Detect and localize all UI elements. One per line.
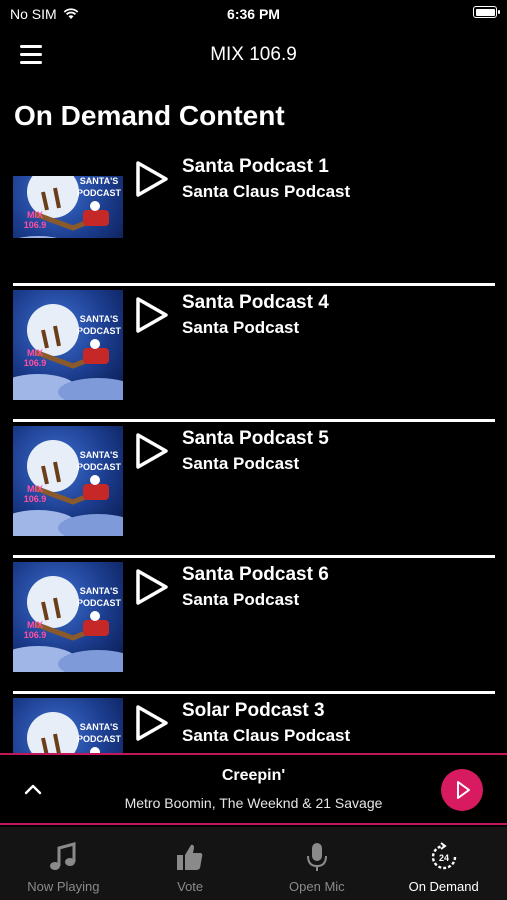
now-playing-artist: Metro Boomin, The Weeknd & 21 Savage	[124, 795, 383, 811]
svg-text:SANTA'S: SANTA'S	[80, 314, 118, 324]
svg-text:PODCAST: PODCAST	[77, 734, 122, 744]
item-subtitle: Santa Podcast	[182, 318, 300, 337]
svg-text:MIX: MIX	[27, 620, 43, 630]
svg-text:SANTA'S: SANTA'S	[80, 450, 118, 460]
list-item[interactable]: SANTA'S PODCAST MIX 106.9 Santa Podcast …	[13, 286, 495, 422]
svg-text:106.9: 106.9	[24, 220, 47, 230]
item-subtitle: Santa Podcast	[182, 454, 300, 473]
item-title: Santa Podcast 4	[182, 292, 329, 313]
now-playing-bar[interactable]: Creepin' Metro Boomin, The Weeknd & 21 S…	[0, 753, 507, 825]
play-icon[interactable]	[135, 568, 169, 606]
music-note-icon	[50, 842, 76, 870]
svg-text:106.9: 106.9	[24, 358, 47, 368]
podcast-artwork: SANTA'S PODCAST MIX 106.9	[13, 562, 123, 672]
list-item[interactable]: SANTA'S PODCAST MIX 106.9 Santa Podcast …	[13, 422, 495, 558]
svg-text:MIX: MIX	[27, 484, 43, 494]
tab-label: Open Mic	[289, 879, 345, 894]
svg-text:106.9: 106.9	[24, 630, 47, 640]
svg-text:PODCAST: PODCAST	[77, 188, 122, 198]
svg-text:SANTA'S: SANTA'S	[80, 586, 118, 596]
station-title: MIX 106.9	[210, 44, 297, 65]
tab-on-demand[interactable]: 24 On Demand	[380, 827, 507, 900]
page-title: On Demand Content	[14, 100, 285, 131]
item-title: Santa Podcast 5	[182, 428, 329, 449]
item-subtitle: Santa Podcast	[182, 590, 300, 609]
microphone-icon	[306, 843, 327, 871]
battery-icon	[473, 6, 500, 18]
play-icon[interactable]	[135, 160, 169, 198]
item-title: Santa Podcast 6	[182, 564, 329, 585]
svg-text:MIX: MIX	[27, 348, 43, 358]
tab-open-mic[interactable]: Open Mic	[254, 827, 381, 900]
status-bar: No SIM 6:36 PM	[0, 0, 507, 28]
list-item[interactable]: SANTA'S PODCAST MIX 106.9 Solar Podcast …	[13, 694, 495, 753]
play-icon[interactable]	[135, 432, 169, 470]
tab-now-playing[interactable]: Now Playing	[0, 827, 127, 900]
item-title: Santa Podcast 1	[182, 156, 329, 177]
svg-text:106.9: 106.9	[24, 494, 47, 504]
play-icon	[457, 781, 470, 799]
tab-vote[interactable]: Vote	[127, 827, 254, 900]
svg-text:MIX: MIX	[27, 210, 43, 220]
podcast-artwork: SANTA'S PODCAST MIX 106.9	[13, 426, 123, 536]
thumbs-up-icon	[177, 844, 203, 870]
now-playing-song: Creepin'	[221, 767, 286, 784]
tab-label: Now Playing	[27, 879, 100, 894]
podcast-artwork: SANTA'S PODCAST MIX 106.9	[13, 176, 123, 238]
clock-24-icon: 24	[431, 842, 456, 870]
item-title: Solar Podcast 3	[182, 700, 325, 721]
tab-label: Vote	[177, 879, 204, 894]
svg-text:PODCAST: PODCAST	[77, 462, 122, 472]
item-subtitle: Santa Claus Podcast	[182, 726, 351, 745]
svg-text:PODCAST: PODCAST	[77, 598, 122, 608]
play-button[interactable]	[441, 769, 483, 811]
svg-text:PODCAST: PODCAST	[77, 326, 122, 336]
on-demand-list[interactable]: SANTA'S PODCAST MIX 106.9 Santa Podcast …	[13, 150, 495, 753]
podcast-artwork: SANTA'S PODCAST MIX 106.9	[13, 290, 123, 400]
app-header: MIX 106.9	[0, 36, 507, 76]
podcast-artwork: SANTA'S PODCAST MIX 106.9	[13, 698, 123, 753]
play-icon[interactable]	[135, 296, 169, 334]
svg-text:SANTA'S: SANTA'S	[80, 176, 118, 186]
item-subtitle: Santa Claus Podcast	[182, 182, 351, 201]
list-item[interactable]: SANTA'S PODCAST MIX 106.9 Santa Podcast …	[13, 558, 495, 694]
list-item[interactable]: SANTA'S PODCAST MIX 106.9 Santa Podcast …	[13, 150, 495, 286]
status-time: 6:36 PM	[227, 6, 280, 22]
tab-bar: Now Playing Vote Open Mic 24 On Demand	[0, 827, 507, 900]
svg-text:24: 24	[439, 853, 449, 863]
svg-text:SANTA'S: SANTA'S	[80, 722, 118, 732]
play-icon[interactable]	[135, 704, 169, 742]
tab-label: On Demand	[408, 879, 479, 894]
